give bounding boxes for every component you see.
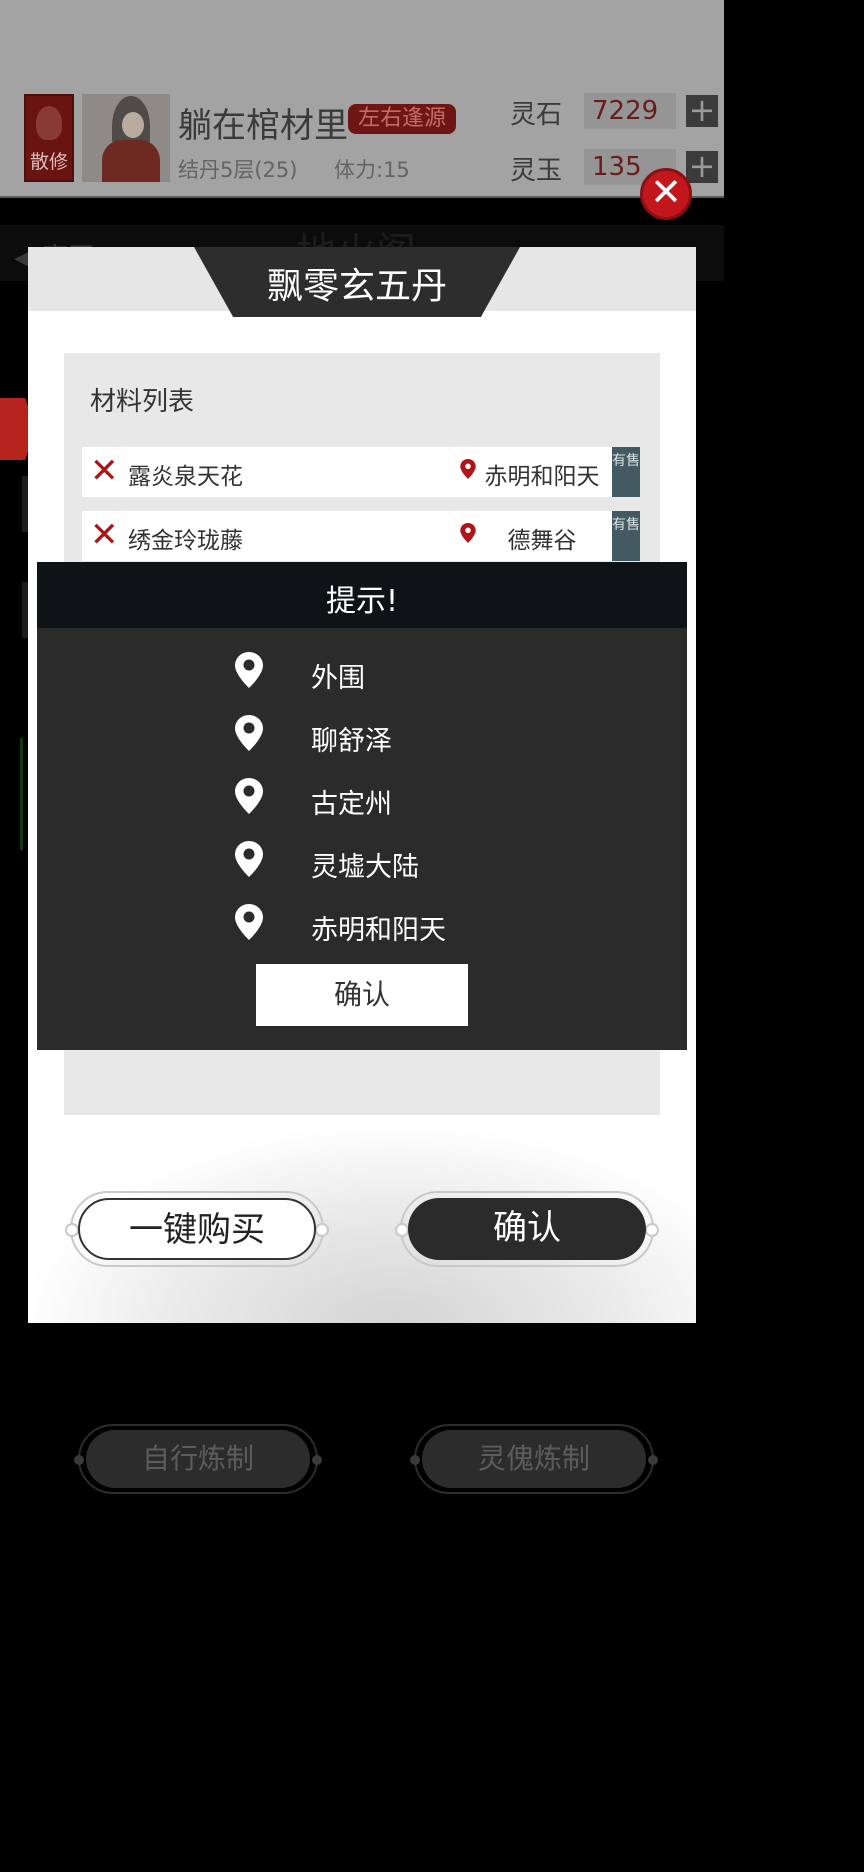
buy-all-button[interactable]: 一键购买 [78, 1198, 316, 1260]
location-pin-icon [235, 715, 263, 751]
add-spirit-jade-button[interactable]: + [686, 150, 718, 183]
location-pin-icon [235, 904, 263, 940]
puppet-refine-button[interactable]: 灵傀炼制 [422, 1430, 646, 1488]
location-pin-icon [235, 652, 263, 688]
spirit-jade-label: 灵玉 [510, 156, 563, 186]
puppet-refine-frame: 灵傀炼制 [410, 1424, 658, 1494]
sect-label: 散修 [29, 151, 68, 173]
buy-all-button-frame: 一键购买 [65, 1191, 329, 1267]
on-sale-badge[interactable]: 有售 [612, 511, 640, 561]
player-stamina: 体力:15 [334, 158, 410, 182]
tip-confirm-button[interactable]: 确认 [256, 964, 468, 1026]
player-title-tag: 左右逢源 [348, 104, 457, 134]
location-name: 外围 [311, 663, 365, 694]
close-icon[interactable]: ✕ [640, 168, 692, 220]
location-pin-icon [235, 778, 263, 814]
confirm-button[interactable]: 确认 [408, 1198, 646, 1260]
sect-badge: 散修 [24, 94, 74, 182]
add-spirit-stone-button[interactable]: + [686, 94, 718, 127]
on-sale-badge[interactable]: 有售 [612, 447, 640, 497]
player-level: 结丹5层(25) [178, 158, 298, 182]
avatar[interactable] [82, 94, 170, 182]
divider [0, 196, 724, 198]
location-name: 古定州 [311, 789, 392, 820]
modal-title: 飘零玄五丹 [266, 266, 447, 307]
confirm-button-frame: 确认 [395, 1191, 659, 1267]
material-name: 露炎泉天花 [128, 464, 243, 490]
tip-dialog: 提示! 外围 聊舒泽 古定州 灵墟大陆 赤明和阳天 确认 [37, 562, 687, 1050]
self-refine-frame: 自行炼制 [74, 1424, 322, 1494]
location-option[interactable]: 赤明和阳天 [235, 904, 535, 946]
location-option[interactable]: 古定州 [235, 778, 535, 820]
self-refine-button[interactable]: 自行炼制 [86, 1430, 310, 1488]
material-row[interactable]: ✕ 露炎泉天花 赤明和阳天 有售 [82, 447, 640, 497]
material-location[interactable]: 赤明和阳天 [482, 457, 602, 491]
player-name: 躺在棺材里 [178, 106, 348, 146]
missing-icon: ✕ [90, 451, 119, 491]
side-accent [20, 738, 23, 850]
material-row[interactable]: ✕ 绣金玲珑藤 德舞谷 有售 [82, 511, 640, 561]
location-pin-icon [235, 841, 263, 877]
location-option[interactable]: 外围 [235, 652, 535, 694]
material-location[interactable]: 德舞谷 [482, 521, 602, 555]
material-list-title: 材料列表 [90, 387, 195, 417]
location-option[interactable]: 灵墟大陆 [235, 841, 535, 883]
material-name: 绣金玲珑藤 [128, 528, 243, 554]
missing-icon: ✕ [90, 515, 119, 555]
location-pin-icon [460, 459, 476, 479]
location-name: 灵墟大陆 [311, 852, 419, 883]
tip-title: 提示! [325, 584, 399, 619]
location-name: 聊舒泽 [311, 726, 392, 757]
location-option[interactable]: 聊舒泽 [235, 715, 535, 757]
lotus-icon [36, 106, 62, 140]
spirit-stone-label: 灵石 [510, 100, 563, 130]
location-name: 赤明和阳天 [311, 915, 446, 946]
spirit-stone-value: 7229 [584, 93, 676, 129]
location-pin-icon [460, 523, 476, 543]
